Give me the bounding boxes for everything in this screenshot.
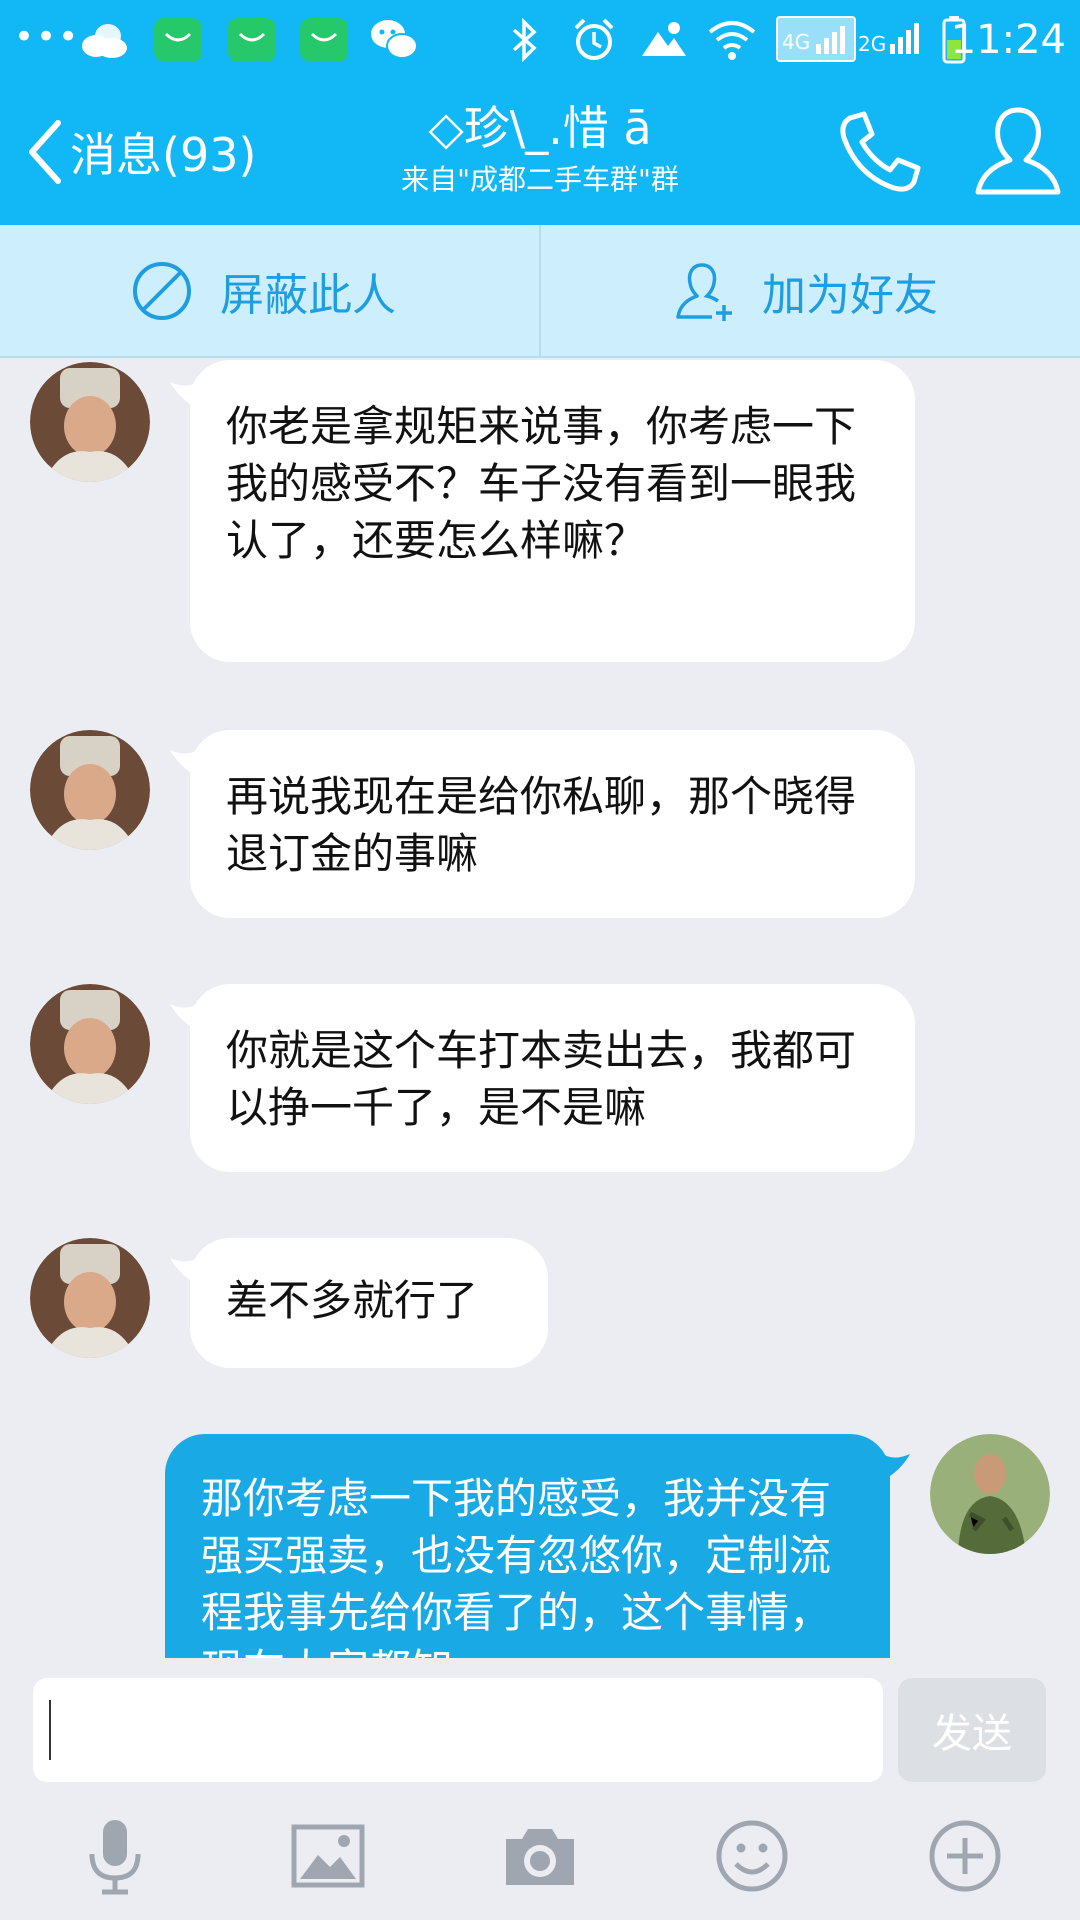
text-cursor [49,1700,51,1760]
app-store-icon [300,18,348,62]
message-bubble-incoming[interactable]: 你就是这个车打本卖出去，我都可以挣一千了，是不是嘛 [190,984,915,1172]
message-bubble-incoming[interactable]: 差不多就行了 [190,1238,548,1368]
block-user-button[interactable]: 屏蔽此人 [130,225,396,356]
message-input[interactable] [33,1678,883,1782]
image-icon [291,1824,365,1888]
emoji-icon [716,1820,788,1892]
contact-avatar[interactable] [30,984,150,1104]
contact-avatar[interactable] [30,362,150,482]
person-icon[interactable] [968,102,1068,202]
back-label: 消息(93) [70,128,257,182]
input-toolbar [0,1784,1080,1920]
contact-name: ◇珍\_.惜 ā [428,101,652,155]
send-button[interactable]: 发送 [898,1678,1046,1782]
scenery-icon [642,22,686,56]
chevron-left-icon [29,120,61,184]
phone-icon[interactable] [828,102,928,202]
signal-4g-label: 4G [782,30,811,54]
wechat-icon [371,20,418,59]
title-block: ◇珍\_.惜 ā 来自"成都二手车群"群 [300,100,780,200]
wifi-icon [708,21,756,60]
divider [539,225,541,356]
composer: 发送 [0,1658,1080,1784]
weather-cloud-icon [82,24,127,58]
my-avatar[interactable] [930,1434,1050,1554]
image-button[interactable] [278,1806,378,1906]
signal-4g-icon: 4G [776,16,856,62]
message-list[interactable]: 你老是拿规矩来说事，你考虑一下我的感受不？车子没有看到一眼我认了，还要怎么样嘛？… [0,358,1080,1658]
bluetooth-icon [512,17,537,63]
signal-2g-icon: 2G [858,16,928,58]
more-notifications-icon: ••• [14,17,81,57]
camera-button[interactable] [490,1806,590,1906]
voice-button[interactable] [65,1806,165,1906]
back-button[interactable]: 消息(93) [24,102,256,202]
app-store-icon [228,18,276,62]
more-button[interactable] [915,1806,1015,1906]
add-friend-button[interactable]: 加为好友 [672,225,938,356]
chat-header: 消息(93) ◇珍\_.惜 ā 来自"成都二手车群"群 [0,80,1080,225]
contact-source: 来自"成都二手车群"群 [401,163,679,196]
message-bubble-outgoing[interactable]: 那你考虑一下我的感受，我并没有强买强卖，也没有忽悠你，定制流程我事先给你看了的，… [165,1434,890,1658]
emoji-button[interactable] [702,1806,802,1906]
signal-2g-label: 2G [858,32,887,56]
add-friend-label: 加为好友 [762,269,938,321]
mic-icon [89,1820,141,1895]
clock: 11:24 [950,17,1066,63]
message-bubble-incoming[interactable]: 你老是拿规矩来说事，你考虑一下我的感受不？车子没有看到一眼我认了，还要怎么样嘛？ [190,360,915,662]
block-icon [133,261,191,320]
plus-icon [929,1820,1001,1892]
camera-icon [506,1829,574,1885]
add-person-icon [676,262,732,321]
status-bar: ••• 4G 2G 11:24 [0,0,1080,80]
app-store-icon [154,18,202,62]
stranger-action-bar: 屏蔽此人 加为好友 [0,225,1080,358]
message-bubble-incoming[interactable]: 再说我现在是给你私聊，那个晓得退订金的事嘛 [190,730,915,918]
block-user-label: 屏蔽此人 [220,269,396,321]
alarm-icon [574,18,614,60]
contact-avatar[interactable] [30,730,150,850]
contact-avatar[interactable] [30,1238,150,1358]
